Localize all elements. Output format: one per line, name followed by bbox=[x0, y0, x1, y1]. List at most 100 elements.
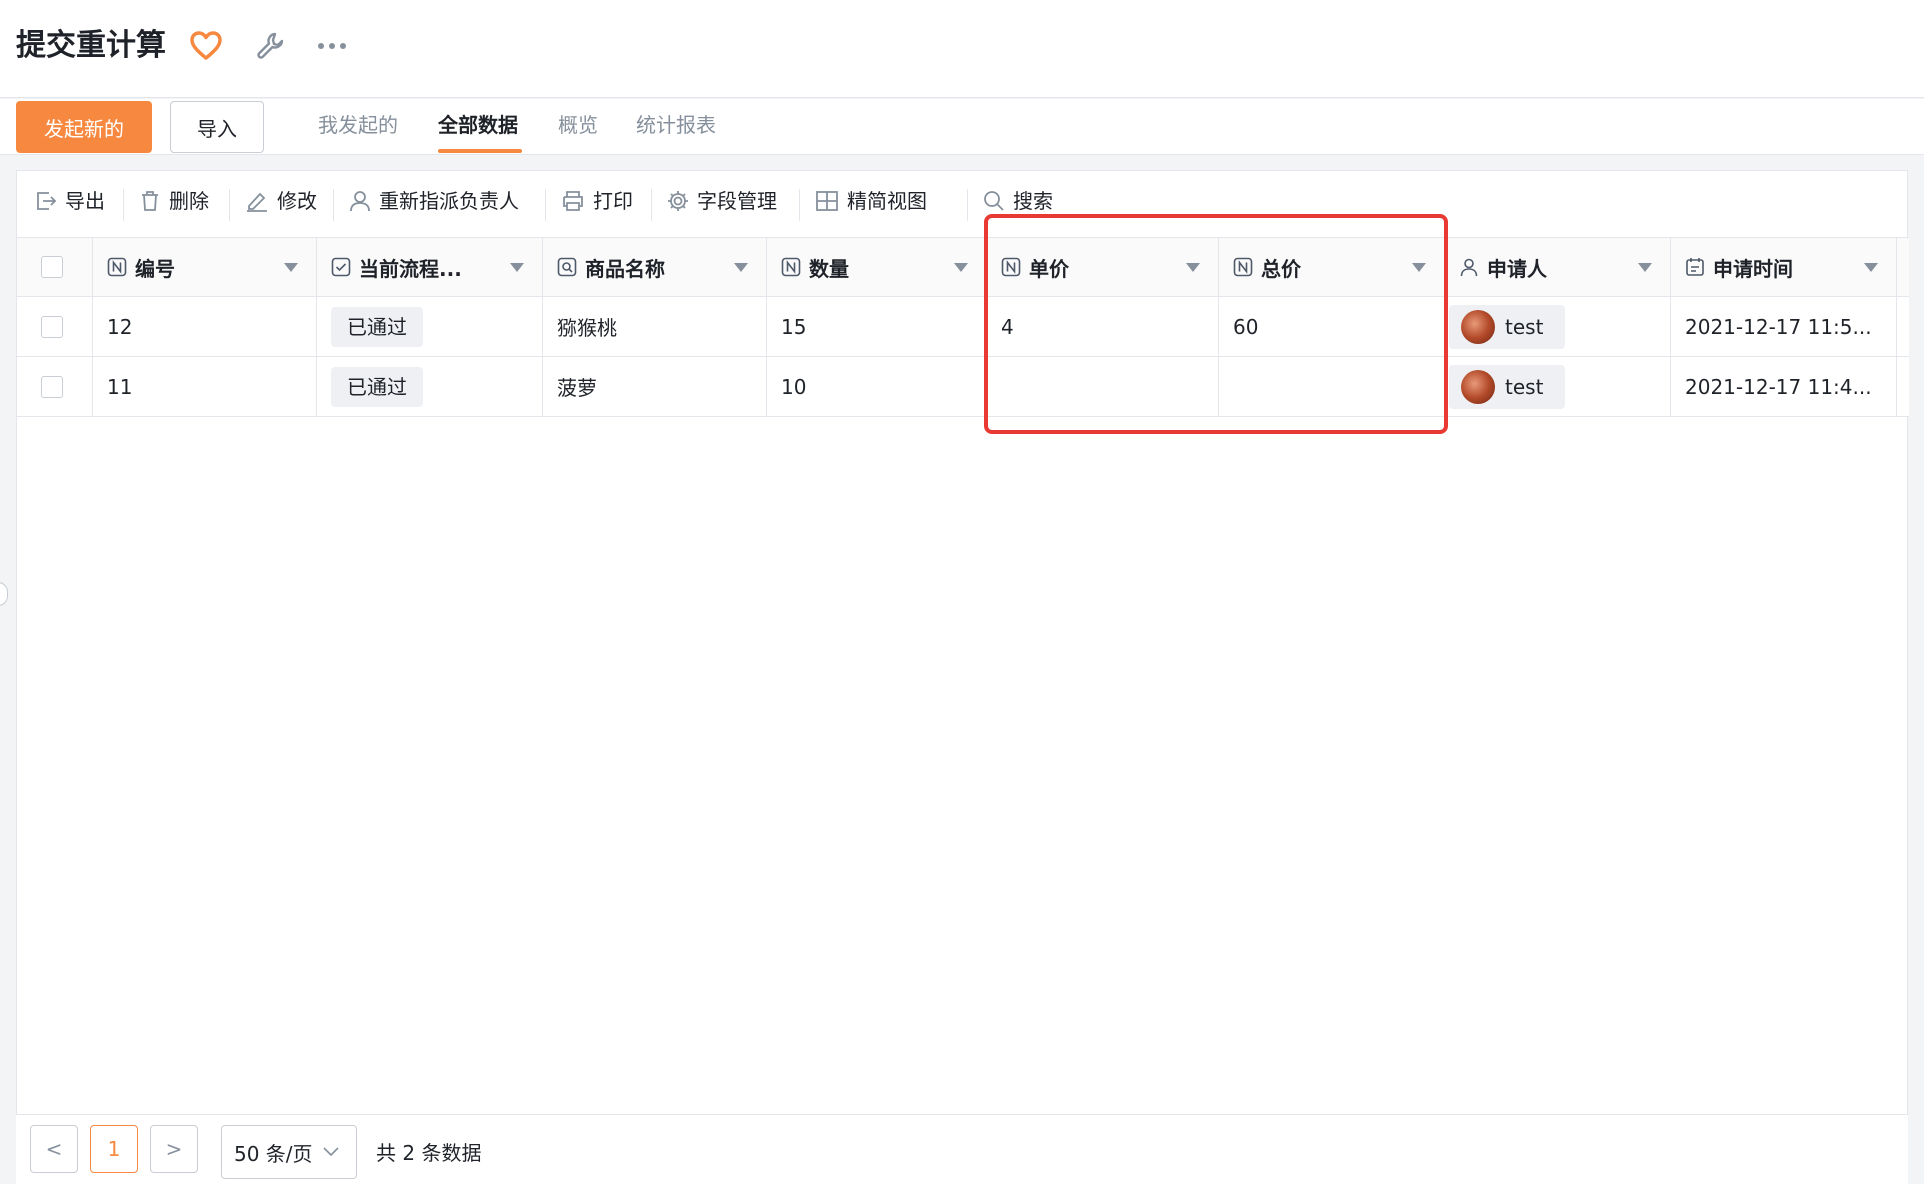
column-header-product[interactable]: 商品名称 bbox=[543, 238, 767, 296]
field-manage-button[interactable]: 字段管理 bbox=[667, 185, 777, 217]
print-label: 打印 bbox=[593, 189, 633, 213]
gear-icon bbox=[668, 191, 688, 211]
print-button[interactable]: 打印 bbox=[561, 185, 633, 217]
column-header-overflow bbox=[1897, 238, 1911, 296]
cell-unit-price: 4 bbox=[987, 297, 1219, 356]
toolbar: 导出 删除 修改 重新指派负责人 打印 字段管理 精简视图 搜索 bbox=[17, 171, 1909, 237]
status-badge: 已通过 bbox=[331, 366, 423, 407]
user-chip[interactable]: test bbox=[1449, 364, 1566, 409]
trash-icon bbox=[142, 191, 158, 211]
column-header-label: 申请人 bbox=[1487, 256, 1547, 281]
column-header-label: 商品名称 bbox=[585, 256, 665, 281]
cell-product: 菠萝 bbox=[543, 357, 767, 416]
sidebar-toggle-handle[interactable] bbox=[0, 582, 8, 606]
status-badge: 已通过 bbox=[331, 306, 423, 347]
export-button[interactable]: 导出 bbox=[35, 185, 105, 217]
calendar-icon bbox=[1686, 258, 1704, 276]
tab-all-data[interactable]: 全部数据 bbox=[438, 111, 518, 139]
cell-status: 已通过 bbox=[317, 297, 543, 356]
table-header: 编号 当前流程... 商品名称 数量 单价 总价 申请人 申请时间 bbox=[17, 237, 1909, 297]
row-checkbox[interactable] bbox=[41, 315, 63, 338]
row-checkbox[interactable] bbox=[41, 375, 63, 398]
field-manage-label: 字段管理 bbox=[697, 189, 777, 213]
user-chip[interactable]: test bbox=[1449, 304, 1566, 349]
cell-time: 2021-12-17 11:4... bbox=[1671, 357, 1897, 416]
column-header-label: 数量 bbox=[809, 256, 849, 281]
number-field-icon bbox=[781, 257, 801, 277]
reassign-label: 重新指派负责人 bbox=[379, 189, 519, 213]
app-header: 提交重计算 bbox=[0, 0, 1924, 98]
user-icon bbox=[350, 191, 370, 212]
number-field-icon bbox=[1001, 257, 1021, 277]
cell-time: 2021-12-17 11:5... bbox=[1671, 297, 1897, 356]
cell-id: 12 bbox=[93, 297, 317, 356]
compact-view-label: 精简视图 bbox=[847, 189, 927, 213]
table-row[interactable]: 12 已通过 猕猴桃 15 4 60 test 2021-12-17 11:5.… bbox=[17, 297, 1909, 357]
select-all-checkbox[interactable] bbox=[41, 256, 63, 278]
column-header-quantity[interactable]: 数量 bbox=[767, 238, 987, 296]
active-tab-indicator bbox=[438, 149, 522, 153]
search-button[interactable]: 搜索 bbox=[983, 185, 1053, 217]
column-header-label: 单价 bbox=[1029, 256, 1069, 281]
import-button[interactable]: 导入 bbox=[170, 101, 264, 153]
table-row[interactable]: 11 已通过 菠萝 10 test 2021-12-17 11:4... bbox=[17, 357, 1909, 417]
tab-mine[interactable]: 我发起的 bbox=[318, 111, 398, 139]
cell-quantity: 15 bbox=[767, 297, 987, 356]
data-panel: 导出 删除 修改 重新指派负责人 打印 字段管理 精简视图 搜索 编号 当前流程… bbox=[16, 170, 1909, 1184]
heart-icon[interactable] bbox=[188, 28, 224, 64]
new-button[interactable]: 发起新的 bbox=[16, 101, 152, 153]
delete-label: 删除 bbox=[169, 189, 209, 213]
edit-button[interactable]: 修改 bbox=[245, 185, 317, 217]
avatar bbox=[1461, 369, 1495, 404]
column-header-unit-price[interactable]: 单价 bbox=[987, 238, 1219, 296]
reassign-button[interactable]: 重新指派负责人 bbox=[349, 185, 519, 217]
caret-down-icon[interactable] bbox=[734, 263, 748, 272]
column-header-applicant[interactable]: 申请人 bbox=[1445, 238, 1671, 296]
cell-unit-price bbox=[987, 357, 1219, 416]
checkbox-field-icon bbox=[331, 257, 351, 277]
caret-down-icon[interactable] bbox=[1638, 263, 1652, 272]
number-field-icon bbox=[107, 257, 127, 277]
caret-down-icon[interactable] bbox=[1186, 263, 1200, 272]
grid-icon bbox=[816, 191, 838, 211]
caret-down-icon[interactable] bbox=[954, 263, 968, 272]
more-icon[interactable] bbox=[314, 28, 350, 64]
compact-view-button[interactable]: 精简视图 bbox=[815, 185, 927, 217]
cell-overflow bbox=[1897, 357, 1911, 416]
column-header-time[interactable]: 申请时间 bbox=[1671, 238, 1897, 296]
page-size-label: 50 条/页 bbox=[234, 1141, 313, 1166]
column-header-status[interactable]: 当前流程... bbox=[317, 238, 543, 296]
tab-bar: 发起新的 导入 我发起的 全部数据 概览 统计报表 bbox=[0, 99, 1924, 155]
lookup-field-icon bbox=[557, 257, 577, 277]
pagination-bar: < 1 > 50 条/页 共 2 条数据 bbox=[16, 1114, 1908, 1184]
printer-icon bbox=[563, 191, 583, 211]
edit-label: 修改 bbox=[277, 189, 317, 213]
page-size-select[interactable]: 50 条/页 bbox=[221, 1125, 357, 1179]
prev-page-button[interactable]: < bbox=[30, 1125, 78, 1173]
export-icon bbox=[37, 192, 57, 210]
cell-total bbox=[1219, 357, 1445, 416]
tab-overview[interactable]: 概览 bbox=[558, 111, 598, 139]
user-name: test bbox=[1505, 374, 1544, 399]
toolbar-divider bbox=[799, 189, 800, 221]
caret-down-icon[interactable] bbox=[510, 263, 524, 272]
caret-down-icon[interactable] bbox=[284, 263, 298, 272]
column-header-label: 总价 bbox=[1261, 256, 1301, 281]
wrench-icon[interactable] bbox=[252, 28, 288, 64]
edit-icon bbox=[247, 192, 267, 212]
delete-button[interactable]: 删除 bbox=[139, 185, 209, 217]
column-header-label: 申请时间 bbox=[1713, 256, 1793, 281]
next-page-button[interactable]: > bbox=[150, 1125, 198, 1173]
search-icon bbox=[984, 191, 1004, 211]
caret-down-icon[interactable] bbox=[1864, 263, 1878, 272]
column-header-id[interactable]: 编号 bbox=[93, 238, 317, 296]
row-select-cell bbox=[17, 357, 93, 416]
page-button-current[interactable]: 1 bbox=[90, 1125, 138, 1173]
total-count: 共 2 条数据 bbox=[376, 1141, 482, 1165]
export-label: 导出 bbox=[65, 189, 105, 213]
number-field-icon bbox=[1233, 257, 1253, 277]
tab-reports[interactable]: 统计报表 bbox=[636, 111, 716, 139]
column-header-total[interactable]: 总价 bbox=[1219, 238, 1445, 296]
cell-applicant: test bbox=[1445, 357, 1671, 416]
caret-down-icon[interactable] bbox=[1412, 263, 1426, 272]
